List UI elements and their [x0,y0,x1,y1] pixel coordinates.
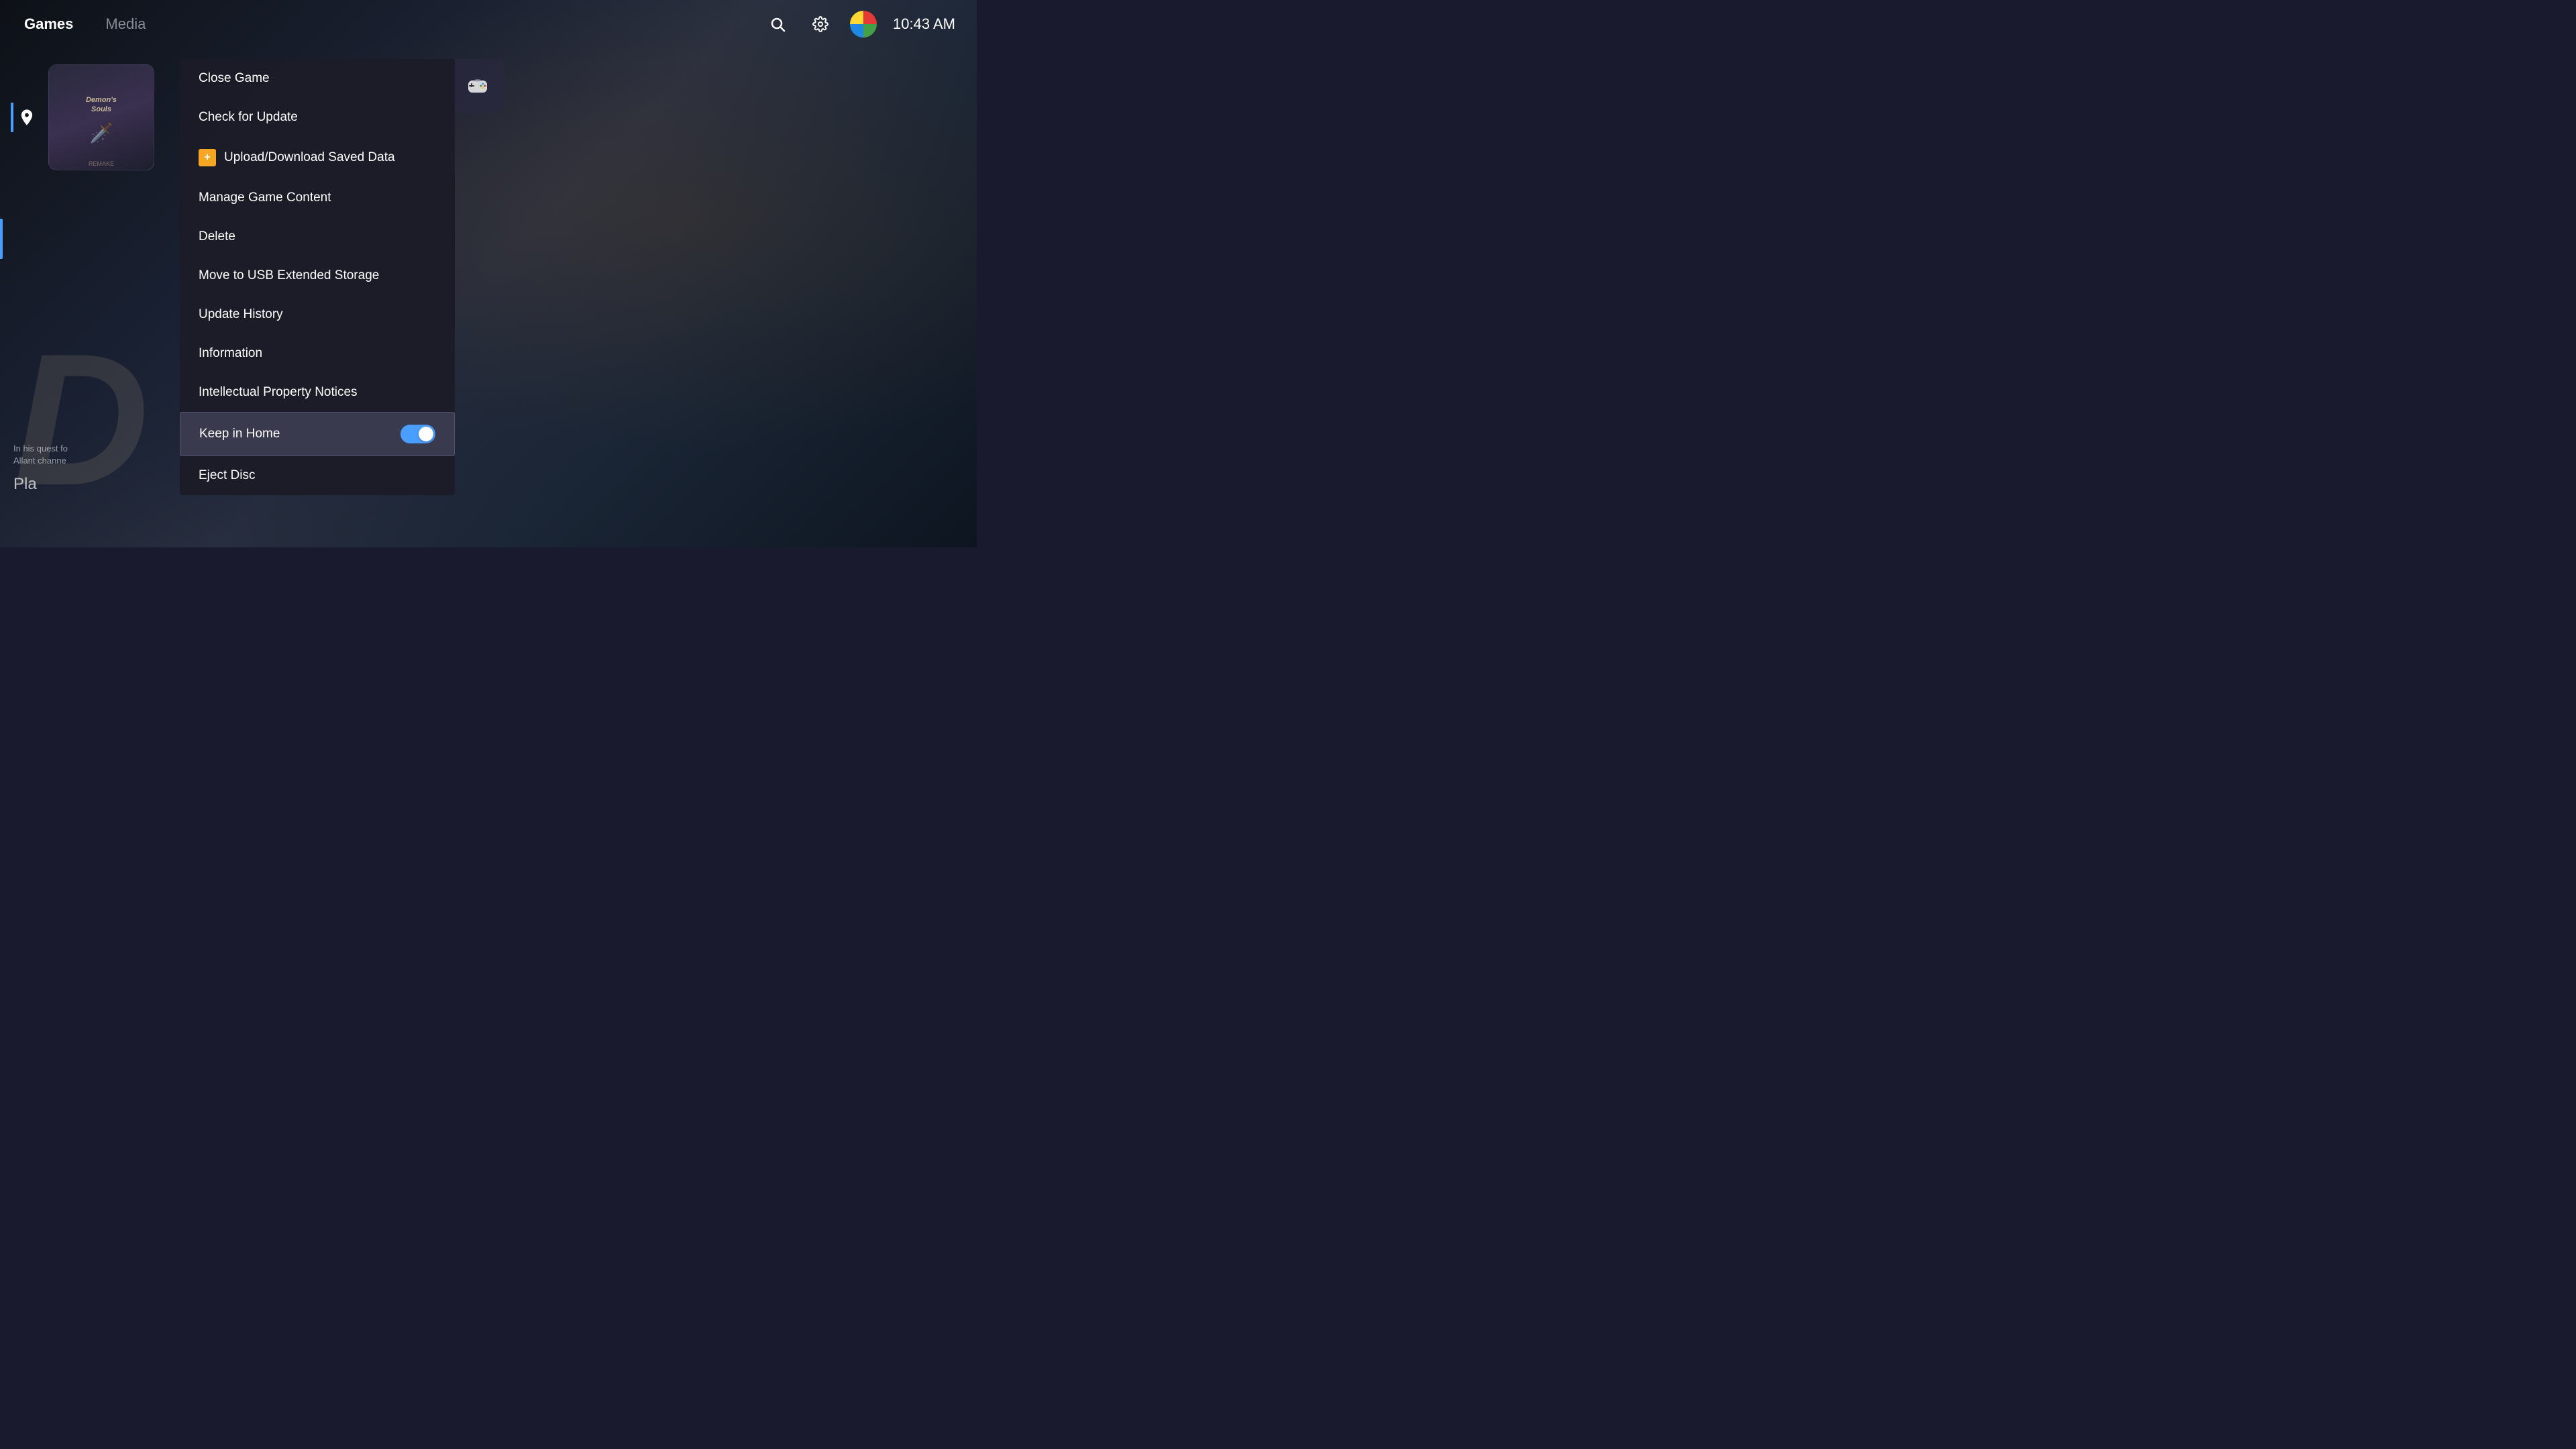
check-update-label: Check for Update [199,110,298,125]
playstation-network-icon[interactable] [850,11,877,38]
game-thumbnail[interactable]: Demon'sSouls 🗡️ REMAKE [48,64,154,170]
controller-icon-area [451,59,504,113]
left-panel: Demon'sSouls 🗡️ REMAKE [0,59,188,537]
menu-item-check-update[interactable]: Check for Update [180,98,455,137]
ps-plus-icon: + [199,149,216,166]
delete-label: Delete [199,229,235,244]
close-game-label: Close Game [199,71,270,86]
menu-item-move-usb[interactable]: Move to USB Extended Storage [180,256,455,295]
clock: 10:43 AM [893,15,955,33]
menu-item-update-history[interactable]: Update History [180,295,455,334]
nav-tabs: Games Media [21,10,148,38]
nav-tab-games[interactable]: Games [21,10,76,38]
keep-home-toggle[interactable] [400,425,435,443]
menu-item-information[interactable]: Information [180,334,455,373]
information-label: Information [199,346,262,361]
toggle-thumb [419,427,433,441]
menu-item-manage-content[interactable]: Manage Game Content [180,178,455,217]
menu-item-keep-home[interactable]: Keep in Home [180,412,455,456]
scroll-indicator [0,219,3,259]
upload-download-label: Upload/Download Saved Data [224,150,395,165]
ip-notices-label: Intellectual Property Notices [199,385,358,400]
manage-content-label: Manage Game Content [199,191,331,205]
menu-item-delete[interactable]: Delete [180,217,455,256]
controller-icon-box[interactable] [451,59,504,113]
menu-item-eject-disc[interactable]: Eject Disc [180,456,455,495]
menu-item-ip-notices[interactable]: Intellectual Property Notices [180,373,455,412]
settings-button[interactable] [807,11,834,38]
main-content: Demon'sSouls 🗡️ REMAKE [0,48,977,547]
menu-item-close-game[interactable]: Close Game [180,59,455,98]
move-usb-label: Move to USB Extended Storage [199,268,379,283]
eject-disc-label: Eject Disc [199,468,255,483]
top-bar: Games Media 10:43 AM [0,0,977,48]
top-bar-right: 10:43 AM [764,11,955,38]
menu-item-upload-download[interactable]: + Upload/Download Saved Data [180,137,455,178]
keep-home-label: Keep in Home [199,427,280,441]
sidebar-pinned-icon[interactable] [11,103,40,132]
toggle-track [400,425,435,443]
update-history-label: Update History [199,307,283,322]
search-button[interactable] [764,11,791,38]
nav-tab-media[interactable]: Media [103,10,148,38]
context-menu: Close Game Check for Update + Upload/Dow… [180,59,455,495]
